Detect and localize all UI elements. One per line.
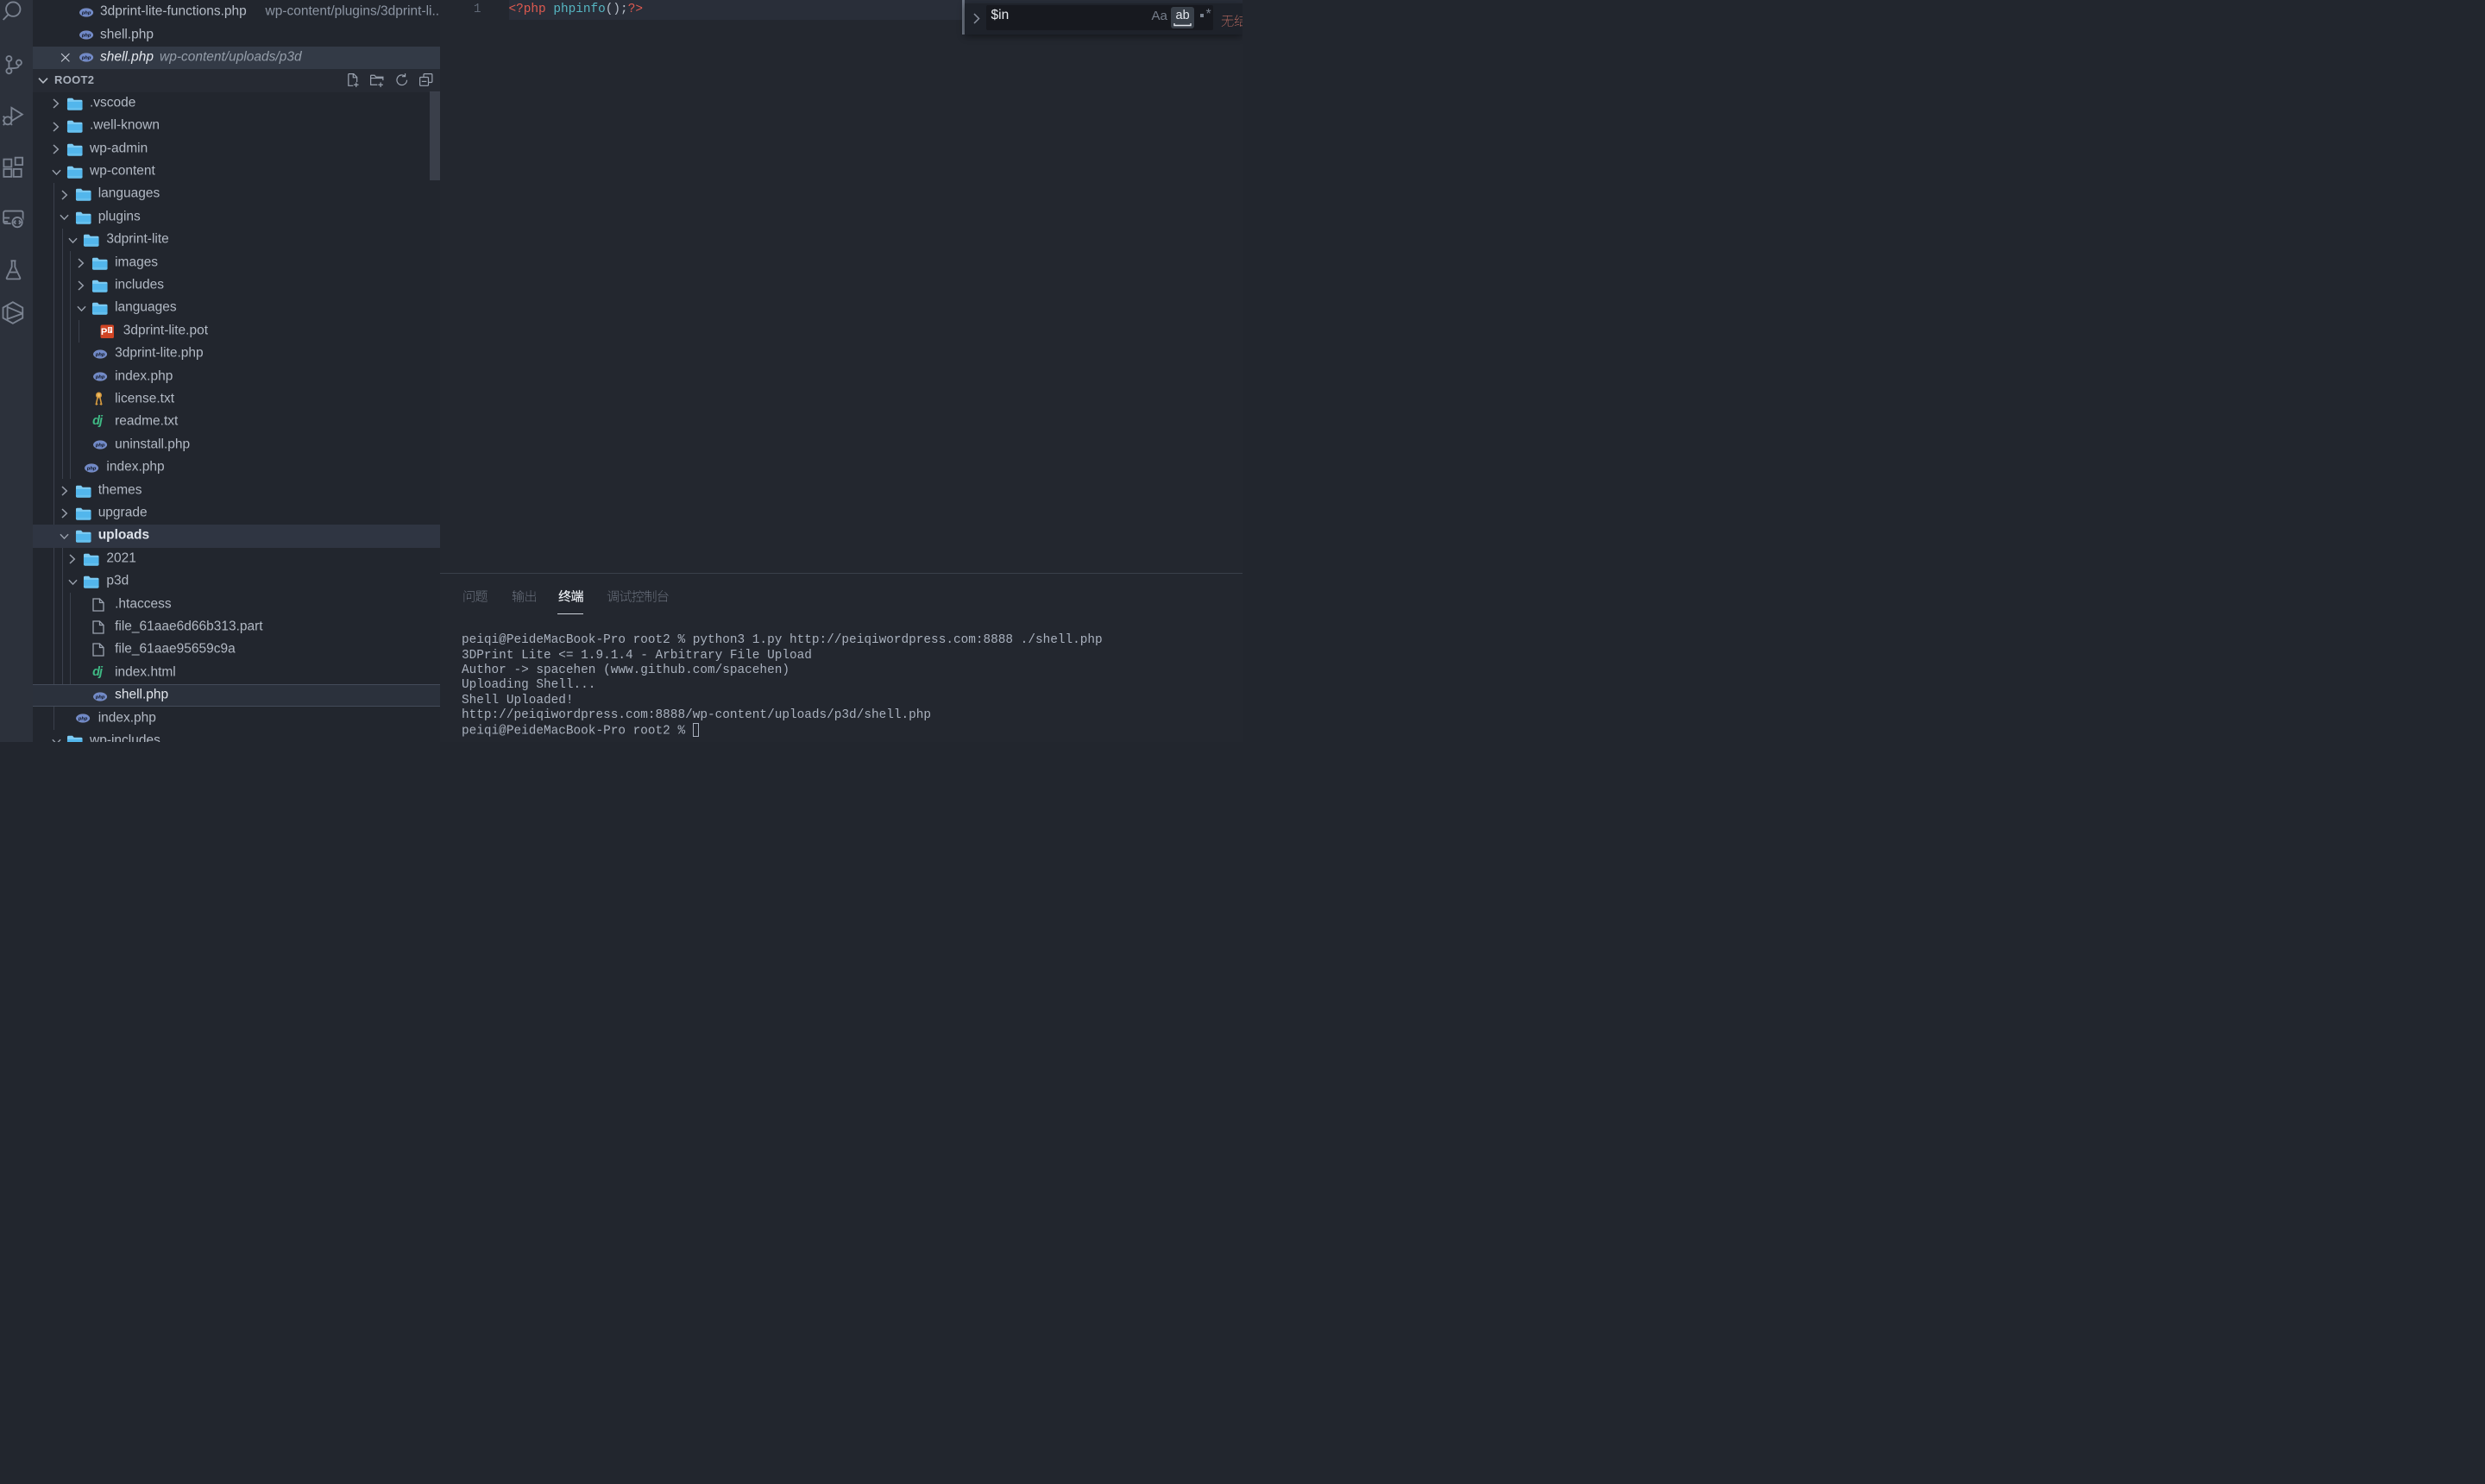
svg-text:P: P xyxy=(101,327,108,337)
svg-text:php: php xyxy=(80,10,91,16)
svg-text:php: php xyxy=(86,466,97,471)
svg-text:php: php xyxy=(95,695,105,700)
svg-text:php: php xyxy=(80,34,91,39)
svg-text:php: php xyxy=(78,717,88,722)
svg-text:php: php xyxy=(95,375,105,380)
svg-text:php: php xyxy=(95,443,105,449)
svg-text:php: php xyxy=(95,352,105,357)
svg-text:php: php xyxy=(80,56,91,61)
